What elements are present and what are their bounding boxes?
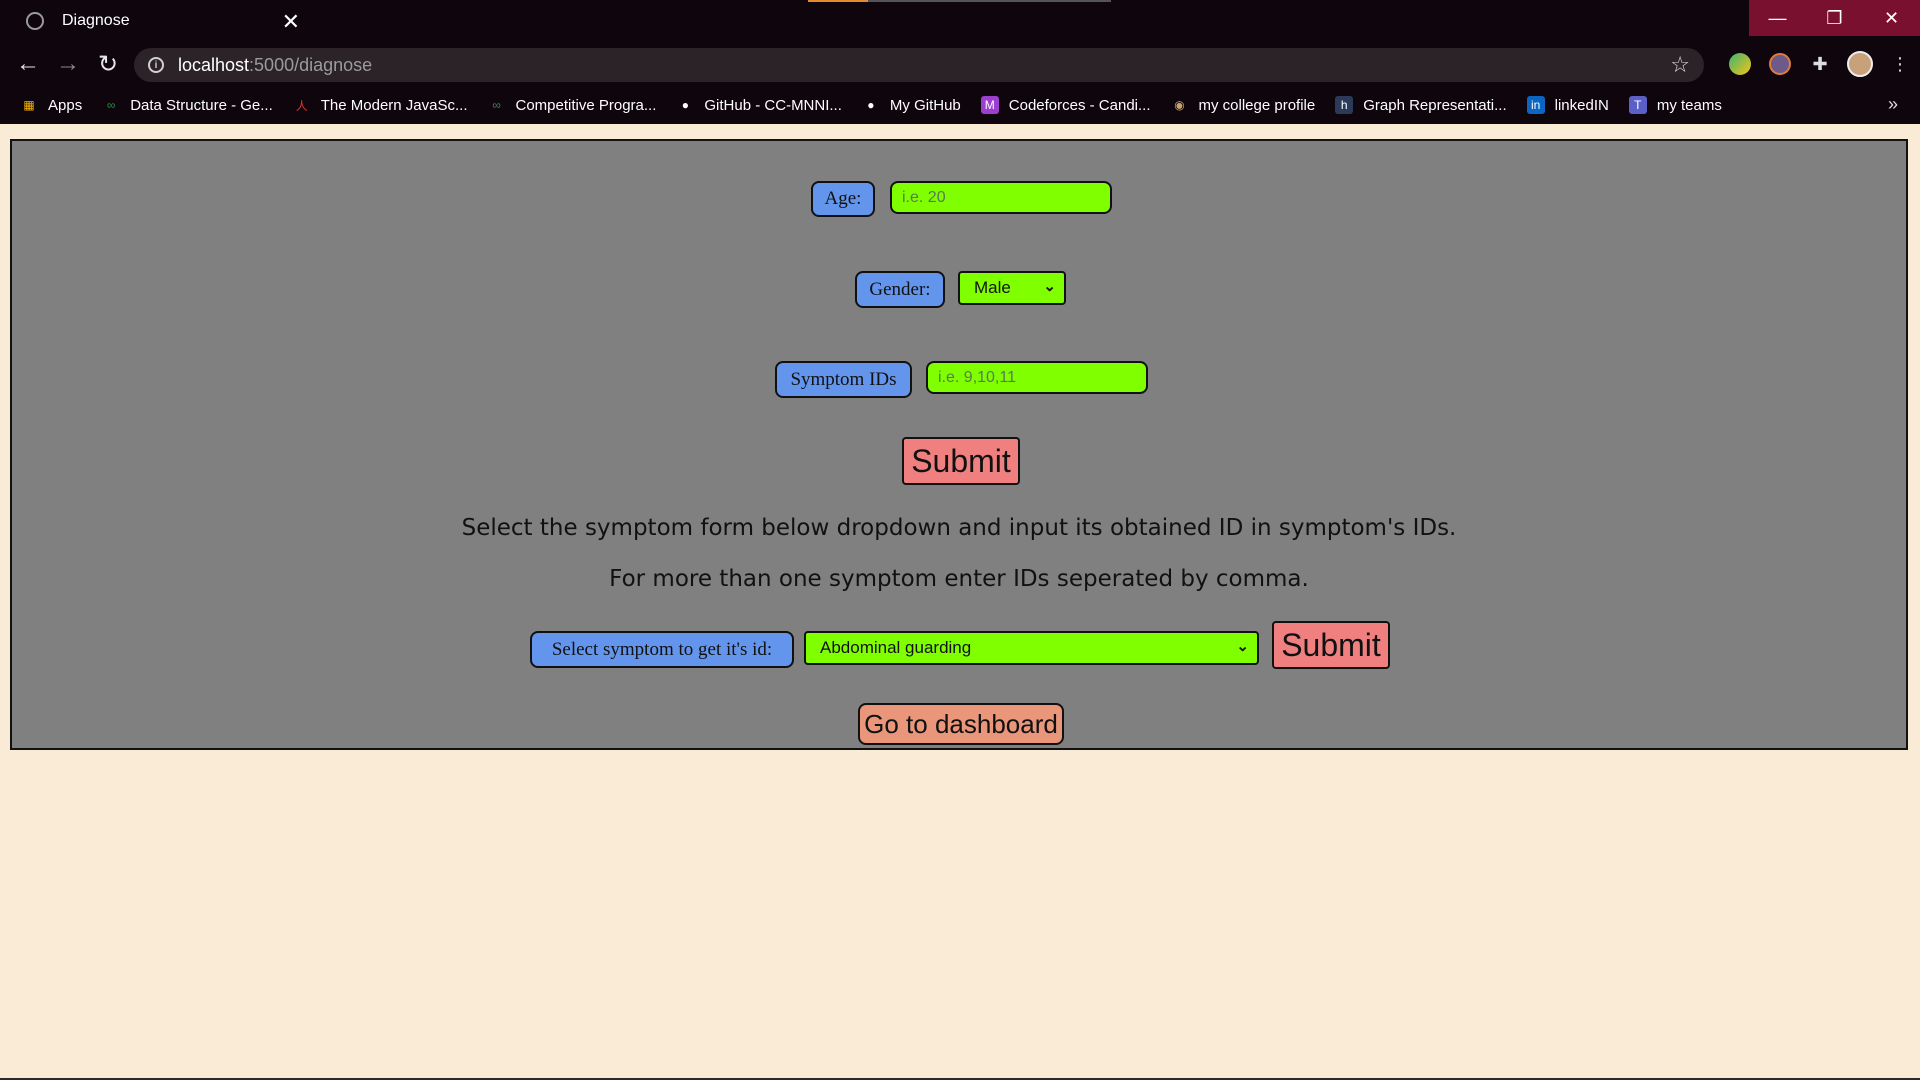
bookmark-label: Apps — [48, 96, 83, 114]
bookmark-item[interactable]: ∞ Data Structure - Ge... — [102, 96, 273, 114]
browser-tab[interactable]: Diagnose ✕ — [10, 0, 310, 42]
github-icon: ● — [867, 98, 875, 112]
bookmark-label: Data Structure - Ge... — [130, 96, 273, 114]
loading-strip — [808, 0, 1111, 2]
avatar[interactable] — [1840, 44, 1880, 84]
back-button[interactable]: ← — [8, 44, 48, 84]
bookmark-item[interactable]: 人 The Modern JavaSc... — [293, 96, 468, 114]
bookmark-label: The Modern JavaSc... — [320, 96, 468, 114]
bookmark-item[interactable]: h Graph Representati... — [1335, 96, 1507, 114]
bookmark-item[interactable]: ◉ my college profile — [1171, 96, 1316, 114]
symptom-ids-input[interactable] — [926, 361, 1148, 394]
geeksforgeeks-icon: ∞ — [106, 98, 116, 112]
tab-close-icon[interactable]: ✕ — [282, 9, 300, 35]
extension-glasses-icon[interactable] — [1760, 44, 1800, 84]
symptom-ids-label: Symptom IDs — [775, 361, 912, 398]
bookmark-label: linkedIN — [1554, 96, 1609, 114]
bookmark-label: My GitHub — [889, 96, 961, 114]
extension-sphere-icon[interactable] — [1720, 44, 1760, 84]
bookmark-label: Competitive Progra... — [515, 96, 657, 114]
bookmark-item[interactable]: in linkedIN — [1526, 96, 1609, 114]
extensions-area: ✚ ⋮ — [1720, 42, 1920, 86]
site-info-icon[interactable]: i — [148, 57, 164, 73]
go-to-dashboard-button[interactable]: Go to dashboard — [858, 703, 1064, 745]
github-icon: ● — [681, 98, 690, 112]
submit-diagnosis-button[interactable]: Submit — [902, 437, 1020, 485]
url-host: localhost — [178, 54, 250, 75]
forward-button[interactable]: → — [48, 44, 88, 84]
diagnose-form-panel: Age: Gender: Male ⌄ Symptom IDs Submit S… — [10, 139, 1908, 750]
bookmark-item[interactable]: ● My GitHub — [862, 96, 961, 114]
geeksforgeeks-icon: ∞ — [492, 98, 501, 112]
bookmark-label: my college profile — [1198, 96, 1316, 114]
url-bar[interactable]: i localhost :5000/diagnose ☆ — [134, 48, 1704, 82]
more-bookmarks-icon[interactable]: » — [1888, 94, 1898, 115]
age-input[interactable] — [890, 181, 1112, 214]
address-bar-row: ← → ↻ i localhost :5000/diagnose ☆ ✚ ⋮ — [0, 42, 1920, 86]
instruction-line-2: For more than one symptom enter IDs sepe… — [609, 566, 1309, 592]
arrow-right-icon: → — [56, 50, 80, 77]
close-window-button[interactable]: ✕ — [1863, 0, 1920, 36]
symptom-select[interactable]: Abdominal guarding ⌄ — [804, 631, 1259, 665]
teams-icon: T — [1628, 96, 1647, 114]
arrow-left-icon: ← — [16, 50, 40, 77]
apps-grid-icon: ▦ — [23, 98, 35, 112]
bookmark-item[interactable]: ▦ Apps — [20, 96, 82, 114]
reload-button[interactable]: ↻ — [88, 44, 128, 84]
symptom-lookup-label: Select symptom to get it's id: — [530, 631, 794, 668]
window-controls: — ❐ ✕ — [1749, 0, 1920, 36]
browser-titlebar: Diagnose ✕ — ❐ ✕ — [0, 0, 1920, 42]
restore-button[interactable]: ❐ — [1806, 0, 1863, 36]
minimize-button[interactable]: — — [1749, 0, 1806, 36]
chevron-down-icon: ⌄ — [1236, 638, 1249, 655]
bookmark-item[interactable]: Tmy teams — [1628, 96, 1722, 114]
bookmark-item[interactable]: M Codeforces - Candi... — [980, 96, 1151, 114]
bookmark-item[interactable]: ● GitHub - CC-MNNI... — [676, 96, 842, 114]
bookmark-label: GitHub - CC-MNNI... — [704, 96, 842, 114]
linkedin-icon: in — [1526, 96, 1545, 114]
college-icon: ◉ — [1174, 98, 1185, 112]
javascript-info-icon: 人 — [295, 98, 308, 113]
bookmark-item[interactable]: ∞ Competitive Progra... — [488, 96, 657, 114]
gender-select[interactable]: Male ⌄ — [958, 271, 1066, 305]
symptom-selected-value: Abdominal guarding — [820, 638, 972, 657]
url-path: :5000/diagnose — [249, 54, 373, 75]
chevron-down-icon: ⌄ — [1043, 278, 1056, 295]
get-symptom-id-button[interactable]: Submit — [1272, 621, 1390, 669]
instruction-line-1: Select the symptom form below dropdown a… — [461, 515, 1457, 541]
hackerearth-icon: h — [1335, 96, 1354, 114]
bookmark-label: Codeforces - Candi... — [1008, 96, 1151, 114]
codeforces-icon: M — [980, 96, 999, 114]
bookmarks-bar: ▦ Apps ∞ Data Structure - Ge... 人 The Modern … — [0, 86, 1920, 124]
reload-icon: ↻ — [97, 50, 119, 78]
menu-kebab-icon[interactable]: ⋮ — [1880, 44, 1920, 84]
bookmark-star-icon[interactable]: ☆ — [1670, 52, 1690, 78]
age-label: Age: — [811, 181, 875, 217]
tab-title: Diagnose — [62, 12, 130, 29]
puzzle-icon[interactable]: ✚ — [1800, 44, 1840, 84]
gender-label: Gender: — [855, 271, 945, 308]
globe-icon — [26, 12, 44, 30]
bookmark-label: Graph Representati... — [1363, 96, 1507, 114]
gender-selected-value: Male — [974, 278, 1011, 297]
bookmark-label: my teams — [1656, 96, 1722, 114]
